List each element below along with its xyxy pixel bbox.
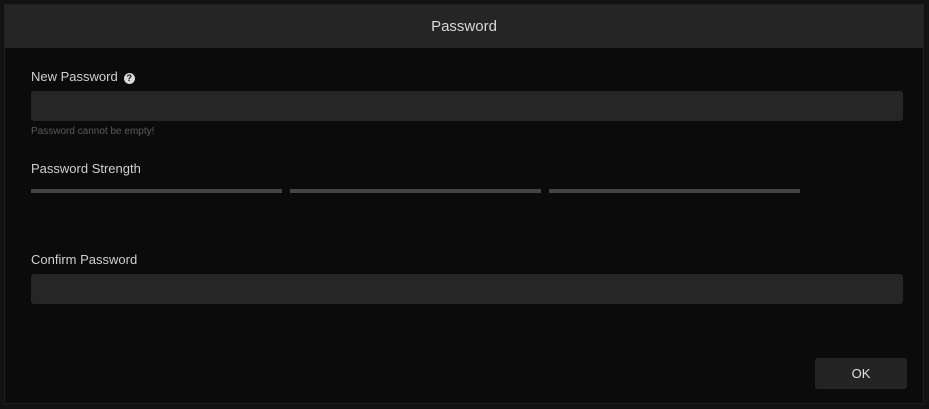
new-password-input[interactable]	[31, 91, 903, 121]
new-password-label: New Password	[31, 69, 118, 84]
password-dialog: Password New Password? Password cannot b…	[4, 4, 924, 404]
strength-bar-segment-2	[290, 189, 541, 193]
ok-button[interactable]: OK	[815, 358, 907, 389]
strength-bar-segment-1	[31, 189, 282, 193]
new-password-label-row: New Password?	[31, 69, 135, 84]
strength-bar-segment-3	[549, 189, 800, 193]
password-strength-label: Password Strength	[31, 161, 141, 176]
confirm-password-input[interactable]	[31, 274, 903, 304]
confirm-password-label: Confirm Password	[31, 252, 138, 267]
new-password-error: Password cannot be empty!	[31, 126, 155, 137]
question-circle-icon[interactable]: ?	[123, 72, 135, 84]
dialog-title: Password	[431, 18, 497, 35]
dialog-titlebar: Password	[5, 5, 923, 48]
